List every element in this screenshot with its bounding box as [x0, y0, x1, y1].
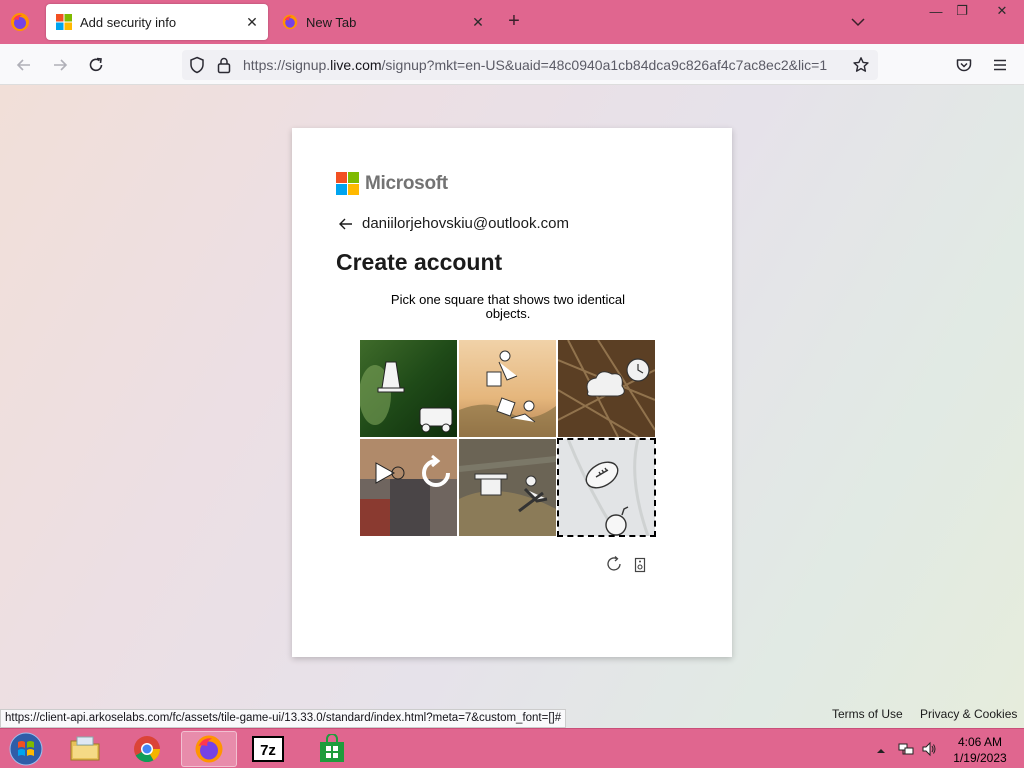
- tab-strip: Add security info ✕ New Tab ✕ + — ❐ ✕: [0, 0, 1024, 44]
- lock-icon[interactable]: [216, 56, 232, 74]
- start-button-windows-icon[interactable]: [7, 731, 45, 767]
- refresh-captcha-icon[interactable]: [605, 555, 623, 573]
- captcha-tile-1[interactable]: [360, 340, 457, 437]
- tab-new-tab[interactable]: New Tab ✕: [272, 4, 494, 40]
- back-arrow-icon[interactable]: [336, 216, 356, 232]
- close-tab-icon[interactable]: ✕: [242, 12, 262, 32]
- signup-card: Microsoft daniilorjehovskiu@outlook.com …: [292, 128, 732, 657]
- list-all-tabs-chevron-icon[interactable]: [846, 12, 870, 32]
- captcha-tile-5[interactable]: [459, 439, 556, 536]
- privacy-cookies-link[interactable]: Privacy & Cookies: [920, 707, 1017, 721]
- reload-icon[interactable]: [83, 52, 109, 78]
- store-icon[interactable]: [304, 731, 360, 767]
- system-clock[interactable]: 4:06 AM 1/19/2023: [948, 734, 1012, 766]
- account-email: daniilorjehovskiu@outlook.com: [362, 215, 569, 232]
- firefox-icon[interactable]: [10, 12, 30, 32]
- network-icon[interactable]: [898, 741, 914, 757]
- show-hidden-icons-icon[interactable]: [876, 743, 886, 753]
- clock-date: 1/19/2023: [953, 751, 1007, 765]
- 7zip-icon[interactable]: 7z: [240, 731, 296, 767]
- bookmark-star-icon[interactable]: [852, 56, 870, 74]
- url-domain: live.com: [330, 57, 382, 73]
- alarm-clock-icon: [626, 358, 650, 382]
- microsoft-logo-icon: [56, 14, 72, 30]
- captcha-instruction: Pick one square that shows two identical…: [390, 292, 626, 321]
- volume-icon[interactable]: [921, 741, 937, 757]
- hamburger-menu-icon[interactable]: [987, 52, 1013, 78]
- microsoft-logo: Microsoft: [336, 172, 448, 195]
- captcha-tile-grid: [360, 340, 658, 539]
- microsoft-logo-icon: [336, 172, 359, 195]
- forward-arrow-icon[interactable]: [47, 52, 73, 78]
- tab-title: Add security info: [80, 14, 177, 30]
- brand-name: Microsoft: [365, 172, 448, 194]
- tab-add-security-info[interactable]: Add security info ✕: [46, 4, 268, 40]
- identity-banner: daniilorjehovskiu@outlook.com: [336, 215, 569, 232]
- chrome-icon[interactable]: [119, 731, 175, 767]
- terms-of-use-link[interactable]: Terms of Use: [832, 707, 903, 721]
- close-tab-icon[interactable]: ✕: [468, 12, 488, 32]
- pocket-icon[interactable]: [951, 52, 977, 78]
- navigation-toolbar: https://signup.live.com/signup?mkt=en-US…: [0, 44, 1024, 85]
- firefox-icon: [282, 14, 298, 30]
- captcha-tile-3[interactable]: [558, 340, 655, 437]
- firefox-icon[interactable]: [181, 731, 237, 767]
- back-arrow-icon[interactable]: [11, 52, 37, 78]
- audio-challenge-icon[interactable]: [634, 557, 646, 573]
- tracking-protection-shield-icon[interactable]: [188, 56, 206, 74]
- restore-icon[interactable]: ❐: [946, 0, 978, 22]
- status-bar-url: https://client-api.arkoselabs.com/fc/ass…: [0, 709, 567, 728]
- svg-text:7z: 7z: [260, 742, 276, 759]
- page-content: Microsoft daniilorjehovskiu@outlook.com …: [0, 85, 1024, 728]
- address-bar[interactable]: https://signup.live.com/signup?mkt=en-US…: [182, 50, 878, 80]
- new-tab-button[interactable]: +: [502, 10, 526, 34]
- taskbar: 7z 4:06 AM 1/19/2023: [0, 728, 1024, 768]
- clock-time: 4:06 AM: [957, 735, 1003, 749]
- url-text[interactable]: https://signup.live.com/signup?mkt=en-US…: [243, 57, 829, 73]
- captcha-tile-2[interactable]: [459, 340, 556, 437]
- file-explorer-icon[interactable]: [57, 731, 113, 767]
- close-window-icon[interactable]: ✕: [984, 0, 1020, 22]
- tab-title: New Tab: [306, 14, 357, 30]
- page-title: Create account: [336, 249, 503, 275]
- captcha-tile-6[interactable]: [557, 438, 656, 537]
- captcha-tile-4[interactable]: [360, 439, 457, 536]
